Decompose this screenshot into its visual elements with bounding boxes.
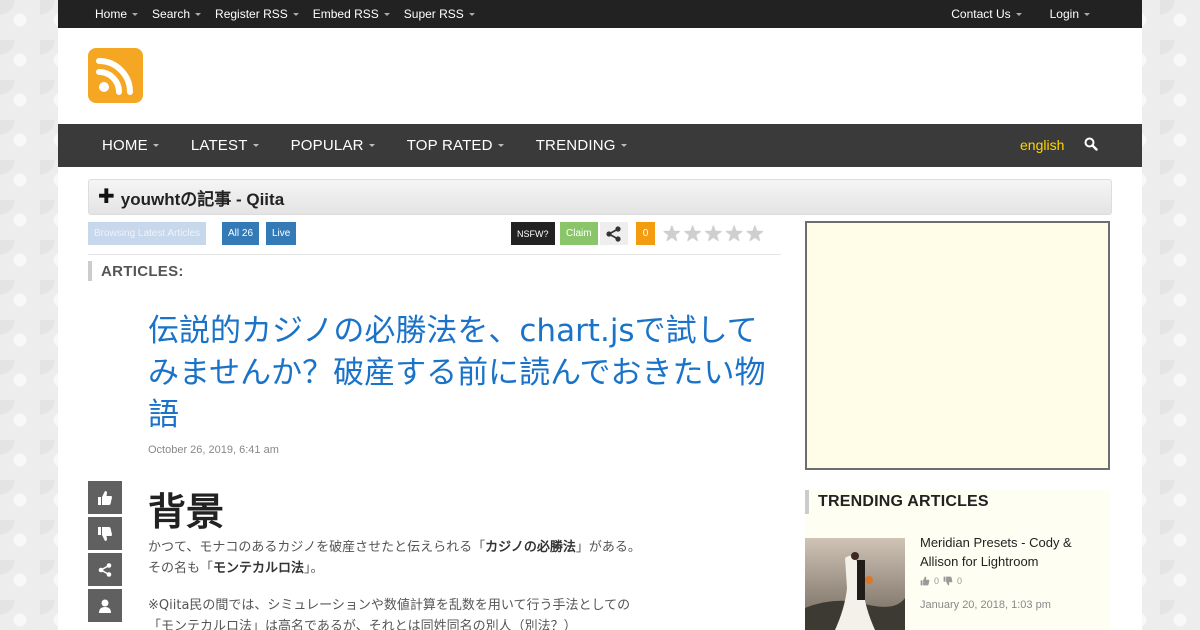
share-icon[interactable]	[600, 222, 628, 245]
caret-down-icon	[152, 144, 159, 147]
caret-down-icon	[132, 12, 139, 16]
vote-count-badge: 0	[636, 222, 655, 245]
caret-down-icon	[195, 12, 202, 16]
caret-down-icon	[620, 144, 627, 147]
feed-toolbar: Browsing Latest Articles All 26 Live NSF…	[88, 221, 781, 255]
topnav-home-label: Home	[95, 7, 128, 21]
nav-popular[interactable]: POPULAR	[291, 137, 375, 154]
trending-article-date: January 20, 2018, 1:03 pm	[920, 599, 1051, 611]
login-label: Login	[1049, 7, 1079, 21]
nav-popular-label: POPULAR	[290, 137, 364, 154]
p1-bold: カジノの必勝法	[485, 540, 576, 555]
site-header	[58, 28, 1142, 124]
articles-label: ARTICLES:	[88, 261, 184, 281]
feed-title[interactable]: youwhtの記事 - Qiita	[121, 185, 284, 210]
nav-top-rated-label: TOP RATED	[406, 137, 493, 154]
topnav-search[interactable]: Search	[152, 7, 202, 21]
nav-latest[interactable]: LATEST	[191, 137, 259, 154]
nav-trending-label: TRENDING	[535, 137, 616, 154]
star-icon[interactable]: ★	[662, 223, 682, 245]
top-navbar: Home Search Register RSS Embed RSS Super…	[58, 0, 1142, 28]
p2-text: その名も「	[148, 561, 214, 576]
p2-text-end: 」。	[304, 561, 324, 576]
thumbs-up-icon[interactable]	[920, 576, 930, 586]
main-navbar: HOME LATEST POPULAR TOP RATED TRENDING e…	[58, 124, 1142, 167]
topnav-contact-us[interactable]: Contact Us	[951, 7, 1022, 21]
article-title[interactable]: 伝説的カジノの必勝法を、chart.jsで試してみませんか？破産する前に読んでお…	[148, 310, 778, 436]
p2-bold: モンテカルロ法	[213, 561, 305, 576]
article-actions	[88, 481, 122, 625]
caret-down-icon	[383, 12, 390, 16]
nav-latest-label: LATEST	[190, 137, 248, 154]
caret-down-icon	[1015, 12, 1022, 16]
topnav-super-rss-label: Super RSS	[403, 7, 464, 21]
page-container: Home Search Register RSS Embed RSS Super…	[58, 0, 1142, 630]
all-articles-button[interactable]: All 26	[222, 222, 260, 245]
caret-down-icon	[252, 144, 259, 147]
nsfw-button[interactable]: NSFW?	[511, 222, 555, 245]
article-paragraph-2: ※Qiita民の間では、シミュレーションや数値計算を乱数を用いて行う手法としての…	[148, 595, 788, 630]
ad-box	[805, 221, 1110, 470]
thumbs-up-icon[interactable]	[88, 481, 122, 514]
article-heading: 背景	[148, 490, 225, 534]
trending-heading: TRENDING ARTICLES	[805, 490, 1110, 514]
language-selector[interactable]: english	[1020, 137, 1064, 153]
article-date: October 26, 2019, 6:41 am	[148, 444, 279, 456]
trending-votes: 0 0	[920, 576, 962, 586]
topnav-login[interactable]: Login	[1050, 7, 1090, 21]
topnav-right: Contact Us Login	[951, 0, 1142, 28]
caret-down-icon	[292, 12, 299, 16]
star-icon[interactable]: ★	[683, 223, 703, 245]
claim-button[interactable]: Claim	[560, 222, 598, 245]
topnav-embed-rss[interactable]: Embed RSS	[313, 7, 390, 21]
topnav-embed-rss-label: Embed RSS	[312, 7, 379, 21]
caret-down-icon	[468, 12, 475, 16]
topnav-search-label: Search	[152, 7, 191, 21]
browsing-latest-button[interactable]: Browsing Latest Articles	[88, 222, 207, 245]
contact-label: Contact Us	[951, 7, 1011, 21]
thumbs-down-icon[interactable]	[943, 576, 953, 586]
p1-text: かつて、モナコのあるカジノを破産させたと伝えられる「	[148, 540, 486, 555]
caret-down-icon	[497, 144, 504, 147]
rss-icon[interactable]	[88, 48, 143, 103]
thumbs-down-icon[interactable]	[88, 517, 122, 550]
p3-line2: 「モンテカルロ法」は高名であるが、それとは同姓同名の別人（別法？）	[148, 619, 577, 630]
caret-down-icon	[1084, 12, 1090, 16]
upvote-count: 0	[934, 576, 940, 586]
trending-article-title[interactable]: Meridian Presets - Cody & Allison for Li…	[920, 533, 1100, 571]
nav-home[interactable]: HOME	[102, 137, 159, 154]
article-paragraph-1: かつて、モナコのあるカジノを破産させたと伝えられる「カジノの必勝法」がある。 そ…	[148, 537, 788, 579]
nav-trending[interactable]: TRENDING	[536, 137, 627, 154]
live-button[interactable]: Live	[266, 222, 297, 245]
nav-top-rated[interactable]: TOP RATED	[407, 137, 504, 154]
topnav-register-rss[interactable]: Register RSS	[215, 7, 299, 21]
topnav-super-rss[interactable]: Super RSS	[404, 7, 475, 21]
share-icon[interactable]	[88, 553, 122, 586]
topnav-register-rss-label: Register RSS	[215, 7, 288, 21]
star-icon[interactable]: ★	[703, 223, 723, 245]
user-icon[interactable]	[88, 589, 122, 622]
p3-line1: ※Qiita民の間では、シミュレーションや数値計算を乱数を用いて行う手法としての	[148, 598, 631, 613]
caret-down-icon	[368, 144, 375, 147]
p1-text-end: 」がある。	[575, 540, 641, 555]
plus-icon[interactable]: ✚	[98, 187, 115, 207]
topnav-home[interactable]: Home	[95, 7, 139, 21]
rating-stars: ★ ★ ★ ★ ★	[662, 223, 766, 245]
trending-thumbnail[interactable]	[805, 538, 905, 630]
nav-home-label: HOME	[102, 137, 148, 154]
star-icon[interactable]: ★	[745, 223, 765, 245]
feed-title-bar: ✚ youwhtの記事 - Qiita	[88, 179, 1112, 215]
star-icon[interactable]: ★	[724, 223, 744, 245]
downvote-count: 0	[957, 576, 963, 586]
search-icon[interactable]	[1084, 137, 1098, 151]
